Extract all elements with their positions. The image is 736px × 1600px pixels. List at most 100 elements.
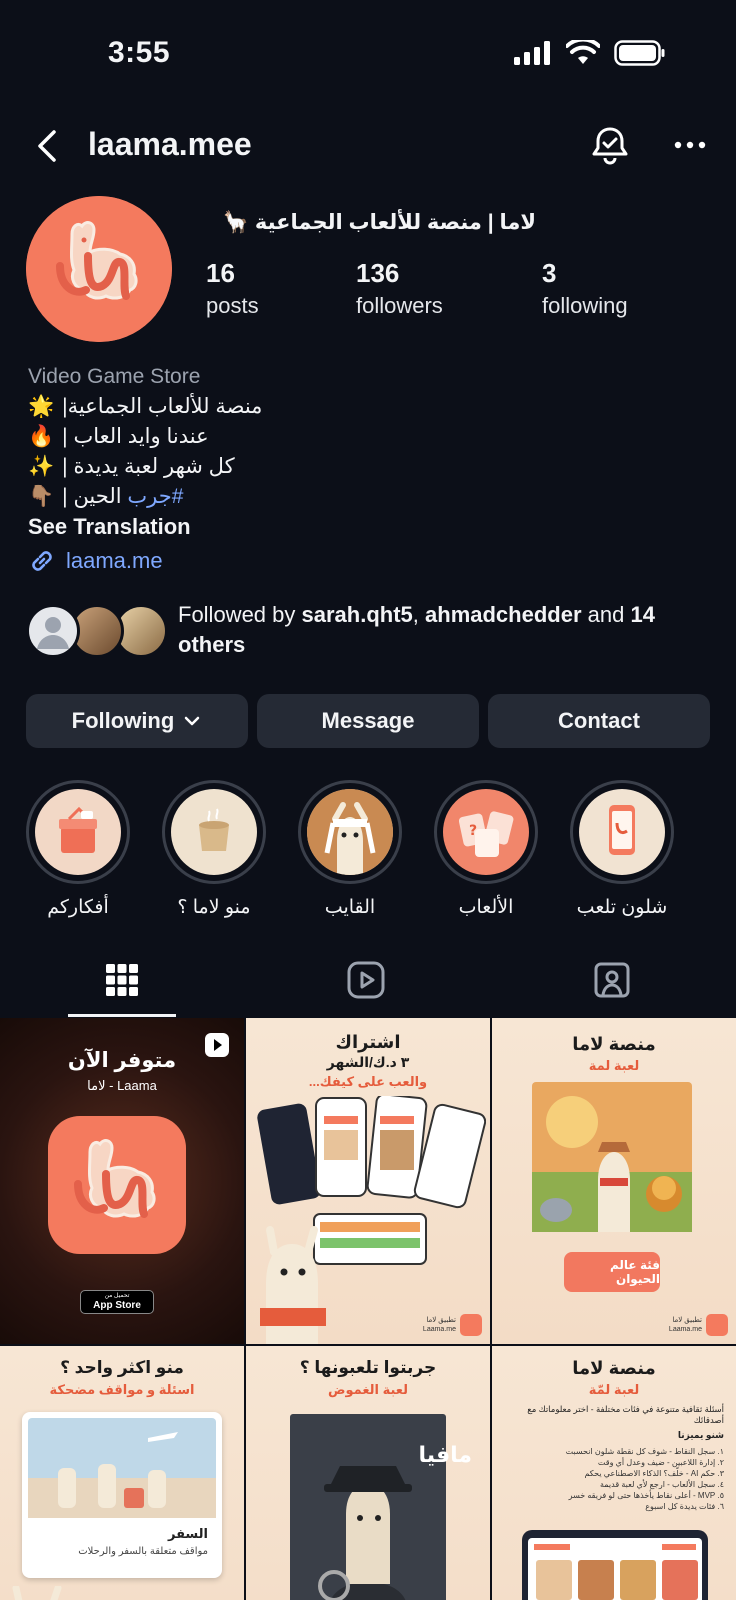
highlight-label: القايب (324, 897, 376, 918)
following-button[interactable]: Following (26, 694, 248, 748)
bio-emoji: 🌟 (28, 395, 55, 418)
see-translation-link[interactable]: See Translation (28, 512, 708, 542)
mutual-avatars (26, 604, 168, 660)
post-thumbnail[interactable]: اشتراك ٣ د.ك/الشهر والعب على كيفك... تطب… (246, 1018, 490, 1344)
post-thumbnail[interactable]: متوفر الآن Laama - لاما تحميل من App Sto… (0, 1018, 244, 1344)
bio-text-group: #جرب الحين | (62, 482, 183, 512)
mutual-user[interactable]: ahmadchedder (425, 602, 582, 627)
stat-value: 136 (356, 258, 400, 288)
bio-line: 🌟 منصة للألعاب الجماعية| (28, 392, 708, 422)
post-thumbnail[interactable]: جربتوا تلعبونها ؟ لعبة الغموض مافيا (246, 1346, 490, 1600)
highlight-ring (570, 780, 674, 884)
highlight-cover (307, 789, 393, 875)
posts-count[interactable]: 16 posts (206, 258, 259, 319)
feature-item: ٣. حكم AI - خلّف؟ الذكاء الاصطناعي يحكم (584, 1469, 724, 1478)
travel-scene-image-icon (28, 1418, 216, 1518)
tab-reels[interactable] (336, 958, 396, 1002)
post-title: منصة لاما (572, 1034, 656, 1054)
profile-full-name: لاما | منصة للألعاب الجماعية 🦙 (222, 211, 536, 234)
more-options-button[interactable] (670, 130, 714, 160)
post-title: جربتوا تلعبونها ؟ (299, 1358, 437, 1377)
tablet-mockup-icon (522, 1530, 708, 1600)
brand-logo (460, 1314, 482, 1336)
bio-line: ✨ كل شهر لعبة يديدة | (28, 452, 708, 482)
highlight-item[interactable]: شلون تلعب (568, 780, 676, 919)
highlight-ring: ? (434, 780, 538, 884)
highlight-item[interactable]: القايب (296, 780, 404, 919)
default-user-icon (37, 617, 69, 649)
bio-hashtag[interactable]: #جرب (127, 485, 183, 508)
bio-text: عندنا وايد العاب | (62, 425, 209, 448)
brand-name: تطبيق لاما (672, 1317, 702, 1324)
battery-icon (614, 40, 665, 66)
notifications-button[interactable] (588, 124, 632, 168)
post-thumbnail[interactable]: منو اكثر واحد ؟ اسئلة و مواقف مضحكة السف… (0, 1346, 244, 1600)
highlight-item[interactable]: أفكاركم (24, 780, 132, 919)
stat-value: 16 (206, 258, 235, 288)
game-tag: مافيا (418, 1442, 472, 1467)
contact-button[interactable]: Contact (488, 694, 710, 748)
brand-logo (706, 1314, 728, 1336)
post-subtitle: لعبة الغموض (327, 1382, 409, 1397)
highlight-item[interactable]: ? الألعاب (432, 780, 540, 919)
post-title: اشتراك (335, 1032, 401, 1052)
llama-mascot-icon (12, 1586, 62, 1600)
grid-icon (106, 964, 138, 996)
highlight-cover (35, 789, 121, 875)
brand-tag: تطبيق لاما Laama.me (423, 1316, 456, 1334)
post-subtitle: اسئلة و مواقف مضحكة (49, 1382, 195, 1397)
post-title: متوفر الآن (67, 1049, 177, 1072)
signal-icon (514, 41, 550, 65)
card-text: مواقف متعلقة بالسفر والرحلات (78, 1546, 208, 1557)
more-dots-icon (674, 141, 706, 149)
post-subtitle: لعبة لمّة (588, 1382, 640, 1397)
followed-by-row[interactable]: Followed by sarah.qht5, ahmadchedder and… (26, 602, 716, 660)
post-price: ٣ د.ك/الشهر (326, 1054, 410, 1070)
features-list: ١. سجل النقاط - شوف كل نقطة شلون انحسبت … (504, 1446, 724, 1512)
brand-url: Laama.me (422, 1326, 456, 1333)
profile-link[interactable]: laama.me (28, 546, 708, 576)
mutual-user[interactable]: sarah.qht5 (302, 602, 413, 627)
followers-count[interactable]: 136 followers (356, 258, 443, 319)
post-thumbnail[interactable]: منصة لاما لعبة لمة فئة عالم الحيوان تطبي… (492, 1018, 736, 1344)
highlight-label: الألعاب (458, 897, 514, 918)
bio-emoji: ✨ (28, 455, 55, 478)
status-icons (514, 40, 666, 66)
bio-text: كل شهر لعبة يديدة | (62, 455, 235, 478)
highlight-ring (162, 780, 266, 884)
profile-tabs (0, 948, 736, 1018)
profile-avatar[interactable] (26, 196, 172, 342)
post-intro: أسئلة ثقافية متنوعة في فئات مختلفة - اخت… (527, 1404, 724, 1425)
post-subtitle: Laama - لاما (87, 1078, 157, 1093)
app-store-badge[interactable]: تحميل من App Store (80, 1290, 154, 1314)
llama-mascot-icon (260, 1226, 326, 1344)
cup-icon (199, 808, 229, 851)
phone-icon (609, 805, 635, 855)
feature-item: ٥. MVP - أعلى نقاط يأخذها حتى لو فريقه خ… (568, 1491, 724, 1500)
app-icon (48, 1116, 186, 1254)
post-thumbnail[interactable]: منصة لاما لعبة لمّة أسئلة ثقافية متنوعة … (492, 1346, 736, 1600)
tab-posts-grid[interactable] (92, 958, 152, 1002)
highlight-ring (298, 780, 402, 884)
animal-world-image-icon (532, 1082, 692, 1232)
profile-username: laama.mee (88, 126, 252, 162)
tab-tagged[interactable] (582, 958, 642, 1002)
back-button[interactable] (30, 124, 70, 168)
message-button-label: Message (321, 708, 415, 733)
highlight-item[interactable]: منو لاما ؟ (160, 780, 268, 919)
message-button[interactable]: Message (257, 694, 479, 748)
post-title: منو اكثر واحد ؟ (60, 1358, 184, 1377)
reels-icon (347, 961, 385, 999)
bio-text: الحين | (62, 485, 122, 508)
active-tab-indicator (68, 1014, 176, 1017)
feature-item: ٤. سجل الألعاب - ارجع لأي لعبة قديمة (600, 1480, 724, 1489)
svg-text:?: ? (469, 823, 477, 839)
scenario-card: السفر مواقف متعلقة بالسفر والرحلات (22, 1412, 222, 1578)
posts-grid: متوفر الآن Laama - لاما تحميل من App Sto… (0, 1018, 736, 1600)
bio-line: 🔥 عندنا وايد العاب | (28, 422, 708, 452)
gift-box-icon (59, 806, 97, 853)
highlight-ring (26, 780, 130, 884)
following-count[interactable]: 3 following (542, 258, 628, 319)
stat-label: posts (206, 293, 259, 318)
post-subtitle: لعبة لمة (588, 1058, 640, 1073)
